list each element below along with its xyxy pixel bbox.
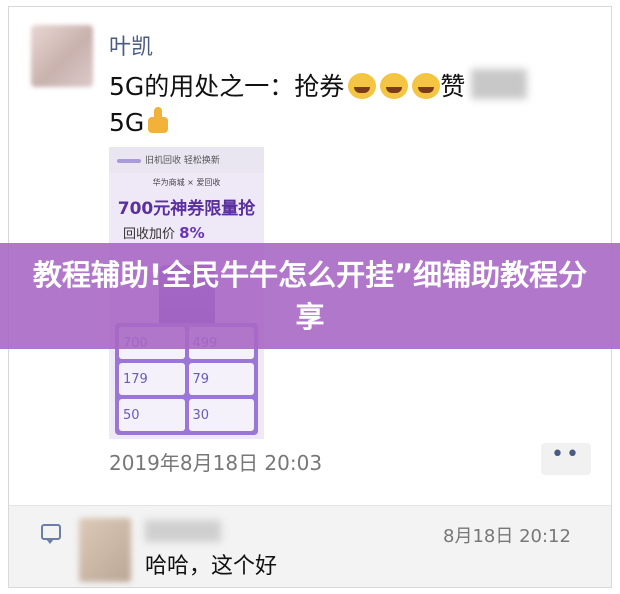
ad-brand: 华为商城 × 爱回收 bbox=[152, 178, 221, 187]
comment-section: 8月18日 20:12 哈哈，这个好 bbox=[9, 505, 611, 587]
ad-percent: 8% bbox=[179, 224, 205, 242]
comment-time: 8月18日 20:12 bbox=[443, 526, 571, 547]
post-text-line2: 5G bbox=[109, 108, 145, 137]
thumbs-up-icon bbox=[144, 107, 172, 135]
comment-text: 哈哈，这个好 bbox=[145, 554, 278, 579]
overlay-banner: 教程辅助!全民牛牛怎么开挂”细辅助教程分享 bbox=[0, 243, 620, 349]
more-options-button[interactable]: •• bbox=[541, 443, 591, 475]
post-text-prefix: 5G的用处之一：抢券 bbox=[109, 72, 345, 101]
ad-top-bar: 旧机回收 轻松换新 bbox=[109, 147, 264, 173]
ad-top-text: 旧机回收 轻松换新 bbox=[145, 156, 220, 166]
author-avatar[interactable] bbox=[31, 25, 93, 87]
author-name[interactable]: 叶凯 bbox=[109, 29, 153, 61]
post-date: 2019年8月18日 20:03 bbox=[109, 451, 323, 475]
comment-icon bbox=[41, 524, 61, 544]
commenter-name-blurred[interactable] bbox=[145, 520, 221, 542]
blurred-name bbox=[471, 69, 528, 99]
ad-tile: 179 bbox=[119, 363, 185, 395]
post-text: 5G的用处之一：抢券 赞 5G bbox=[109, 69, 579, 141]
wave-icon bbox=[117, 158, 141, 163]
laughing-tears-emoji-icon bbox=[412, 73, 441, 99]
ad-tile: 79 bbox=[188, 363, 254, 395]
commenter-avatar[interactable] bbox=[79, 518, 131, 582]
laughing-tears-emoji-icon bbox=[348, 73, 377, 99]
laughing-tears-emoji-icon bbox=[380, 73, 409, 99]
post-text-suffix: 赞 bbox=[440, 72, 466, 101]
ad-tile: 30 bbox=[188, 399, 254, 431]
banner-title: 教程辅助!全民牛牛怎么开挂”细辅助教程分享 bbox=[32, 258, 588, 334]
ad-headline: 700元神券限量抢 bbox=[117, 199, 256, 219]
ad-sub-text: 回收加价 bbox=[123, 227, 176, 242]
ad-tile: 50 bbox=[119, 399, 185, 431]
ad-subline: 回收加价 8% bbox=[123, 223, 264, 242]
